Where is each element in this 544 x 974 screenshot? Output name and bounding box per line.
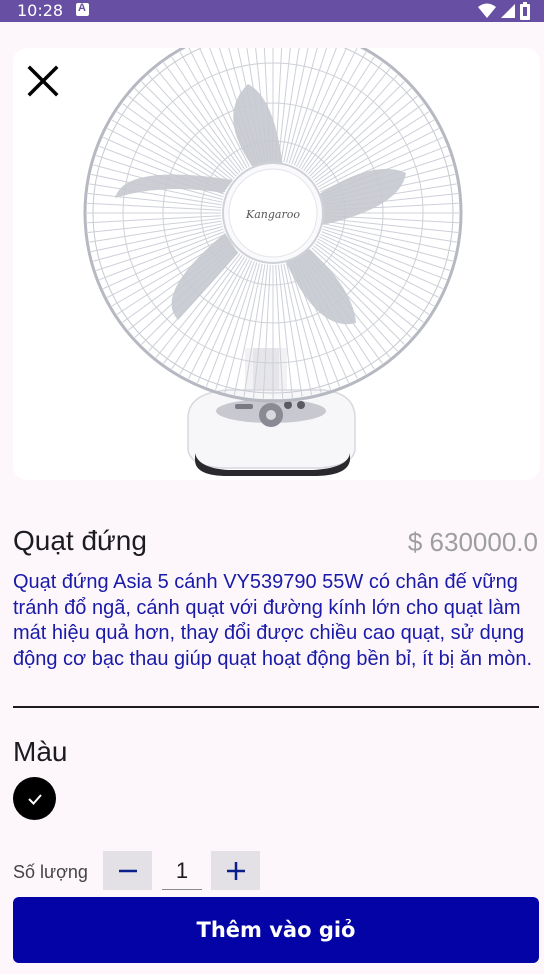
increase-quantity-button[interactable]	[211, 851, 260, 890]
signal-icon	[501, 4, 515, 18]
color-label: Màu	[13, 736, 68, 767]
add-to-cart-button[interactable]: Thêm vào giỏ	[13, 897, 539, 963]
fan-image: Kangaroo	[83, 48, 463, 476]
quantity-value[interactable]: 1	[162, 853, 202, 890]
color-swatch-black[interactable]	[13, 777, 56, 820]
battery-icon	[520, 2, 530, 20]
close-icon	[27, 65, 59, 97]
decrease-quantity-button[interactable]	[103, 851, 152, 890]
notification-a-icon	[76, 2, 89, 16]
divider	[13, 706, 539, 708]
product-price: $ 630000.0	[407, 527, 538, 557]
status-time: 10:28	[17, 1, 64, 20]
product-image-card: Kangaroo	[13, 48, 540, 480]
fan-logo: Kangaroo	[245, 208, 300, 221]
close-button[interactable]	[25, 63, 61, 99]
quantity-label: Số lượng	[13, 862, 88, 882]
wifi-icon	[478, 3, 496, 18]
product-description: Quạt đứng Asia 5 cánh VY539790 55W có ch…	[13, 571, 533, 670]
minus-icon	[118, 869, 137, 872]
check-icon	[27, 793, 42, 805]
status-bar: 10:28	[0, 0, 544, 22]
status-icons	[478, 2, 530, 20]
product-name: Quạt đứng	[13, 525, 147, 556]
plus-icon	[226, 861, 245, 880]
